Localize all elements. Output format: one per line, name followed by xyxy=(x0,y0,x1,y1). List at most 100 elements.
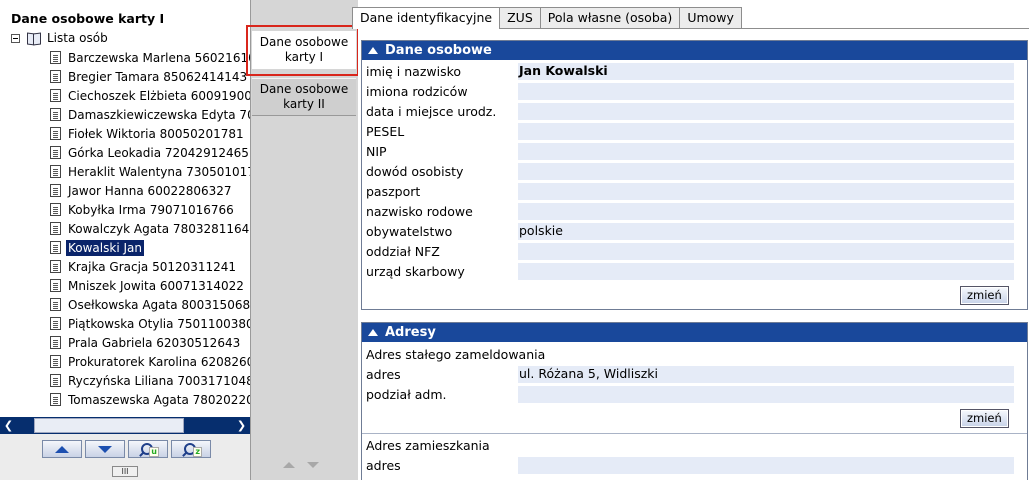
tree-title: Dane osobowe karty I xyxy=(11,11,165,26)
personal-data-header[interactable]: Dane osobowe xyxy=(362,41,1027,60)
scrollbar-thumb[interactable] xyxy=(34,418,184,433)
horizontal-scrollbar[interactable]: ❮ ❯ xyxy=(0,417,250,434)
tree-item[interactable]: Fiołek Wiktoria 80050201781 xyxy=(50,124,246,143)
document-icon xyxy=(50,127,61,140)
tree-item-label: Piątkowska Otylia 75011003803 xyxy=(68,316,251,331)
tree-item-label: Prala Gabriela 62030512643 xyxy=(68,335,241,350)
document-icon xyxy=(50,298,61,311)
scroll-up-icon[interactable] xyxy=(283,462,295,468)
tree-item[interactable]: Bregier Tamara 85062414143 xyxy=(50,67,249,86)
tab-dane-identyfikacyjne[interactable]: Dane identyfikacyjne xyxy=(352,7,501,29)
move-up-button[interactable] xyxy=(42,440,82,458)
arrow-down-icon xyxy=(98,445,112,453)
document-icon xyxy=(50,279,61,292)
tree-item[interactable]: Tomaszewska Agata 78020220645 xyxy=(50,390,250,409)
document-icon xyxy=(50,241,61,254)
tab-zus[interactable]: ZUS xyxy=(499,7,541,28)
panel-title: Adresy xyxy=(385,325,436,340)
tree-item[interactable]: Ryczyńska Liliana 70031710489 xyxy=(50,371,250,390)
top-tabs: Dane identyfikacyjne ZUS Pola własne (os… xyxy=(352,7,742,29)
tree-item-label: Kowalczyk Agata 78032811642 xyxy=(68,221,251,236)
tree-root-label: Lista osób xyxy=(47,31,108,45)
document-icon xyxy=(50,203,61,216)
tree-item[interactable]: Kowalski Jan xyxy=(50,238,144,257)
section-scroll-arrows xyxy=(283,462,319,468)
scroll-down-icon[interactable] xyxy=(307,462,319,468)
field-value xyxy=(518,83,1014,100)
tree-item-label: Tomaszewska Agata 78020220645 xyxy=(68,392,250,407)
personal-data-panel: Dane osobowe imię i nazwisko Jan Kowalski… xyxy=(361,40,1028,310)
document-icon xyxy=(50,108,61,121)
edit-permanent-address-button[interactable]: zmień xyxy=(960,409,1009,428)
tree-item-label: Krajka Gracja 50120311241 xyxy=(68,259,237,274)
active-section-highlight xyxy=(246,25,359,76)
field-label: nazwisko rodowe xyxy=(366,204,473,219)
tree-item[interactable]: Kobyłka Irma 79071016766 xyxy=(50,200,236,219)
residence-address-title: Adres zamieszkania xyxy=(366,438,490,453)
tab-pola-wlasne[interactable]: Pola własne (osoba) xyxy=(539,7,681,28)
scroll-left-icon[interactable]: ❮ xyxy=(0,417,17,434)
tree-item-label: Kowalski Jan xyxy=(66,239,144,256)
tree-item-label: Osełkowska Agata 80031506883 xyxy=(68,297,251,312)
tree-item[interactable]: Jawor Hanna 60022806327 xyxy=(50,181,234,200)
panel-title: Dane osobowe xyxy=(385,43,492,58)
book-icon xyxy=(26,32,42,45)
field-label: dowód osobisty xyxy=(366,164,464,179)
section-tab-karty-2[interactable]: Dane osobowe karty II xyxy=(252,78,356,116)
document-icon xyxy=(50,355,61,368)
tree-item[interactable]: Piątkowska Otylia 75011003803 xyxy=(50,314,251,333)
tree-item[interactable]: Krajka Gracja 50120311241 xyxy=(50,257,238,276)
tree-item[interactable]: Osełkowska Agata 80031506883 xyxy=(50,295,251,314)
tree-item-label: Bregier Tamara 85062414143 xyxy=(68,69,248,84)
tree-item-label: Prokuratorek Karolina 62082602345 xyxy=(68,354,250,369)
field-value xyxy=(518,143,1014,160)
field-label: imię i nazwisko xyxy=(366,64,462,79)
edit-personal-button[interactable]: zmień xyxy=(960,286,1009,305)
document-icon xyxy=(50,51,61,64)
document-icon xyxy=(50,336,61,349)
tree-item-label: Kobyłka Irma 79071016766 xyxy=(68,202,234,217)
tree-item[interactable]: Heraklit Walentyna 73050101724 xyxy=(50,162,251,181)
document-icon xyxy=(50,184,61,197)
form-row: adres xyxy=(362,455,1027,475)
field-label: NIP xyxy=(366,144,387,159)
tree-item[interactable]: Górka Leokadia 72042912465 xyxy=(50,143,250,162)
field-value: Jan Kowalski xyxy=(518,63,1014,80)
permanent-address-title: Adres stałego zameldowania xyxy=(366,347,546,362)
field-label: podział adm. xyxy=(366,387,447,402)
addresses-header[interactable]: Adresy xyxy=(362,323,1027,342)
content-area: Dane identyfikacyjne ZUS Pola własne (os… xyxy=(352,0,1029,480)
field-label: adres xyxy=(366,367,401,382)
document-icon xyxy=(50,374,61,387)
document-icon xyxy=(50,70,61,83)
document-icon xyxy=(50,165,61,178)
field-value xyxy=(518,263,1014,280)
tree-item-label: Jawor Hanna 60022806327 xyxy=(68,183,232,198)
tree-item[interactable]: Barczewska Marlena 56021610765 xyxy=(50,48,250,67)
tree-item[interactable]: Prokuratorek Karolina 62082602345 xyxy=(50,352,250,371)
scroll-right-icon[interactable]: ❯ xyxy=(233,417,250,434)
tree-item[interactable]: Prala Gabriela 62030512643 xyxy=(50,333,242,352)
tree-item[interactable]: Kowalczyk Agata 78032811642 xyxy=(50,219,251,238)
field-label: paszport xyxy=(366,184,421,199)
tree-item[interactable]: Damaszkiewiczewska Edyta 70012512345 xyxy=(50,105,250,124)
field-value xyxy=(518,386,1014,403)
collapse-up-icon[interactable] xyxy=(368,47,378,54)
splitter-grip[interactable]: III xyxy=(112,466,138,477)
move-down-button[interactable] xyxy=(85,440,125,458)
form-row: dowód osobisty xyxy=(362,161,1027,181)
tree-item-label: Mniszek Jowita 60071314022 xyxy=(68,278,244,293)
zoom-z-icon: z xyxy=(182,442,202,457)
tree-item[interactable]: Mniszek Jowita 60071314022 xyxy=(50,276,246,295)
tab-umowy[interactable]: Umowy xyxy=(679,7,742,28)
tree-item-label: Heraklit Walentyna 73050101724 xyxy=(68,164,251,179)
search-u-button[interactable]: u xyxy=(128,440,168,458)
field-label: obywatelstwo xyxy=(366,224,453,239)
tree-root[interactable]: Lista osób xyxy=(11,29,108,47)
form-row: nazwisko rodowe xyxy=(362,201,1027,221)
collapse-up-icon[interactable] xyxy=(368,329,378,336)
tree-item[interactable]: Ciechoszek Elżbieta 60091900446 xyxy=(50,86,250,105)
search-z-button[interactable]: z xyxy=(171,440,211,458)
collapse-icon[interactable] xyxy=(11,33,20,43)
field-label: data i miejsce urodz. xyxy=(366,104,497,119)
